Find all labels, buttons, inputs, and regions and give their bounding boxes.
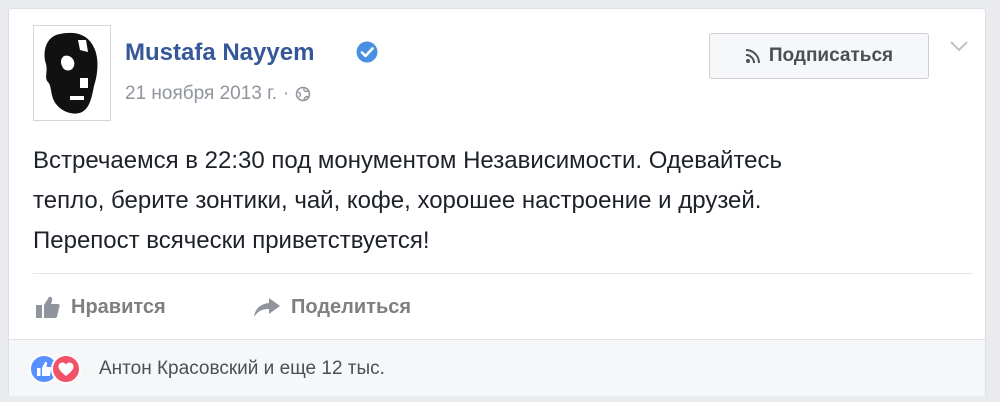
follow-button[interactable]: Подписаться — [709, 33, 929, 79]
meta-separator: · — [283, 83, 290, 104]
post-card: Mustafa Nayyem 21 ноября 2013 г. · Подпи… — [8, 8, 986, 396]
like-label: Нравится — [71, 295, 166, 318]
author-avatar[interactable] — [33, 25, 111, 121]
heart-icon — [58, 362, 74, 376]
post-meta: 21 ноября 2013 г. · — [125, 83, 311, 105]
verified-check-icon — [356, 41, 378, 63]
follow-label: Подписаться — [768, 45, 894, 66]
like-button[interactable]: Нравится — [35, 289, 166, 325]
thumbs-up-icon — [36, 296, 60, 318]
author-name[interactable]: Mustafa Nayyem — [125, 39, 314, 67]
share-button[interactable]: Поделиться — [253, 289, 411, 325]
reactions-bar: Антон Красовский и еще 12 тыс. — [9, 339, 985, 396]
rss-icon — [745, 49, 760, 64]
chevron-down-icon[interactable] — [949, 39, 969, 53]
post-text-line: Встречаемся в 22:30 под монументом Незав… — [33, 147, 783, 174]
post-body: Встречаемся в 22:30 под монументом Незав… — [33, 141, 953, 261]
skull-profile-icon — [44, 32, 98, 114]
share-arrow-icon — [254, 298, 280, 317]
share-label: Поделиться — [291, 295, 412, 318]
actions-divider — [33, 273, 973, 274]
globe-icon — [296, 86, 311, 102]
post-text-line: Перепост всячески приветствуется! — [33, 227, 430, 254]
love-reaction-icon[interactable] — [51, 354, 81, 384]
post-text-line: тепло, берите зонтики, чай, кофе, хороше… — [33, 187, 762, 214]
reactions-summary[interactable]: Антон Красовский и еще 12 тыс. — [99, 358, 385, 380]
post-date[interactable]: 21 ноября 2013 г. — [125, 83, 277, 105]
